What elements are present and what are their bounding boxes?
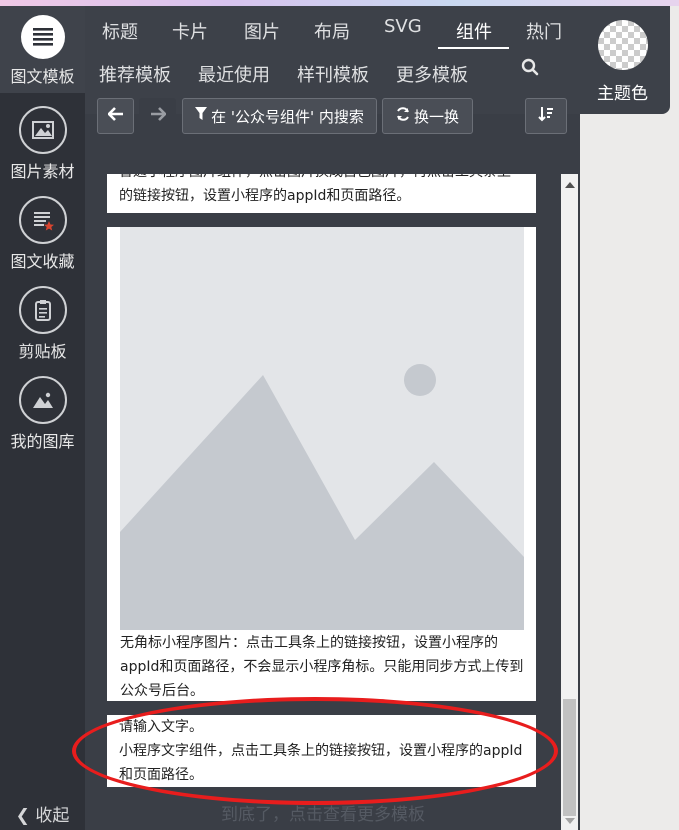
filter-icon: [195, 107, 208, 125]
tab-recommended[interactable]: 推荐模板: [99, 61, 171, 87]
sidebar-item-clipboard[interactable]: 剪贴板: [0, 286, 85, 362]
tab-layout[interactable]: 布局: [314, 18, 350, 44]
refresh-label: 换一换: [413, 107, 459, 126]
forward-button[interactable]: [139, 98, 176, 134]
load-more-link[interactable]: 到底了，点击查看更多模板: [85, 800, 561, 825]
template-list: 普通小程序图片组件，点击图片换成自己图片，再点击工具条上的链接按钮，设置小程序的…: [107, 174, 536, 798]
sidebar-item-label: 我的图库: [10, 432, 75, 451]
sidebar-item-images[interactable]: 图片素材: [0, 106, 85, 182]
card-title: 请输入文字。: [119, 719, 203, 735]
sidebar-item-favorites[interactable]: 图文收藏: [0, 196, 85, 272]
refresh-button[interactable]: 换一换: [382, 98, 473, 134]
card-description: 小程序文字组件，点击工具条上的链接按钮，设置小程序的appId和页面路径。: [119, 743, 523, 783]
tab-more[interactable]: 更多模板: [396, 61, 468, 87]
sidebar-item-gallery[interactable]: 我的图库: [0, 376, 85, 452]
tab-card[interactable]: 卡片: [172, 18, 208, 44]
active-tab-underline: [438, 47, 509, 49]
tab-svg[interactable]: SVG: [384, 16, 422, 37]
scroll-down-arrow-icon[interactable]: [565, 818, 575, 824]
placeholder-image-icon: [120, 227, 524, 630]
image-icon: [18, 106, 67, 154]
search-in-category-button[interactable]: 在 '公众号组件' 内搜索: [182, 98, 377, 134]
tab-sample[interactable]: 样刊模板: [297, 61, 369, 87]
theme-color-label: 主题色: [597, 84, 648, 104]
collapse-button[interactable]: ❮ 收起: [0, 801, 85, 826]
search-in-label: 在 '公众号组件' 内搜索: [211, 107, 364, 126]
sidebar-item-templates[interactable]: 图文模板: [0, 6, 85, 93]
template-card[interactable]: 请输入文字。 小程序文字组件，点击工具条上的链接按钮，设置小程序的appId和页…: [107, 715, 536, 787]
tab-components[interactable]: 组件: [456, 18, 492, 44]
list-icon: [20, 15, 65, 59]
card-description: 普通小程序图片组件，点击图片换成自己图片，再点击工具条上的链接按钮，设置小程序的…: [119, 174, 511, 204]
refresh-icon: [396, 107, 410, 125]
scrollbar[interactable]: [561, 174, 578, 830]
favorites-icon: [18, 196, 67, 244]
arrow-left-icon: [106, 107, 124, 125]
sidebar-item-label: 图片素材: [10, 162, 75, 181]
sidebar-item-label: 图文收藏: [10, 252, 75, 271]
sidebar-item-label: 图文模板: [10, 67, 75, 86]
chevron-left-icon: ❮: [15, 806, 30, 826]
tab-title[interactable]: 标题: [102, 18, 138, 44]
search-icon[interactable]: [521, 58, 539, 81]
gallery-icon: [18, 376, 67, 424]
arrow-right-icon: [150, 107, 167, 125]
template-card[interactable]: 普通小程序图片组件，点击图片换成自己图片，再点击工具条上的链接按钮，设置小程序的…: [107, 174, 536, 213]
scrollbar-thumb[interactable]: [563, 699, 576, 816]
card-description: 无角标小程序图片：点击工具条上的链接按钮，设置小程序的appId和页面路径，不会…: [120, 635, 524, 699]
theme-color-swatch[interactable]: [598, 20, 648, 70]
scroll-up-arrow-icon[interactable]: [565, 182, 575, 188]
collapse-label: 收起: [35, 806, 70, 826]
sidebar-item-label: 剪贴板: [18, 342, 67, 361]
back-button[interactable]: [97, 98, 134, 134]
sidebar: 图文模板 图片素材 图文收藏 剪贴板 我的图库 ❮ 收起: [0, 6, 85, 830]
sort-icon: [538, 106, 554, 126]
tab-hot[interactable]: 热门: [526, 18, 562, 44]
clipboard-icon: [18, 286, 67, 334]
tab-recent[interactable]: 最近使用: [198, 61, 270, 87]
template-card[interactable]: 无角标小程序图片：点击工具条上的链接按钮，设置小程序的appId和页面路径，不会…: [107, 227, 536, 701]
sort-button[interactable]: [525, 98, 567, 134]
tab-image[interactable]: 图片: [244, 18, 280, 44]
